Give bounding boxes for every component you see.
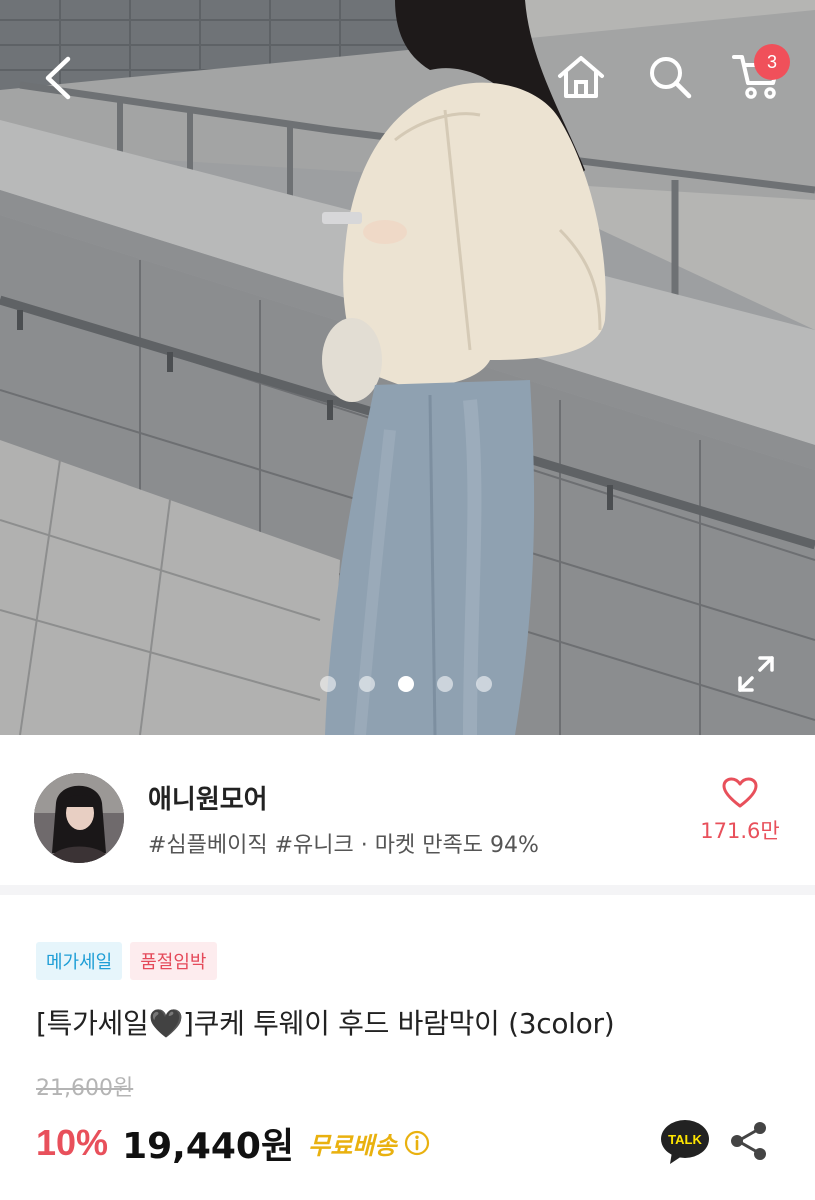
home-icon: [558, 56, 604, 98]
discount-rate: 10%: [36, 1122, 109, 1163]
info-icon[interactable]: [404, 1130, 430, 1156]
like-count: 171.6만: [700, 819, 780, 843]
cart-count-badge: 3: [754, 44, 790, 80]
seller-avatar-image: [34, 773, 124, 863]
carousel-dot[interactable]: [476, 676, 492, 692]
share-button[interactable]: [726, 1118, 772, 1164]
price-row: 10% 19,440원 무료배송: [36, 1118, 430, 1168]
carousel-dot-active[interactable]: [398, 676, 414, 692]
search-button[interactable]: [640, 48, 700, 106]
original-price: 21,600원: [36, 1076, 134, 1101]
expand-icon: [738, 656, 774, 692]
free-shipping-label: 무료배송: [308, 1131, 397, 1160]
seller-avatar[interactable]: [34, 773, 124, 863]
product-badges: 메가세일 품절임박: [36, 942, 217, 980]
seller-section: 애니원모어 #심플베이직 #유니크 · 마켓 만족도 94% 171.6만: [0, 735, 815, 895]
carousel-dot[interactable]: [320, 676, 336, 692]
seller-tags: #심플베이직 #유니크 · 마켓 만족도 94%: [148, 833, 539, 858]
product-title: [특가세일🖤]쿠케 투웨이 후드 바람막이 (3color): [36, 1007, 615, 1040]
product-photo: [0, 0, 815, 735]
search-icon: [650, 57, 692, 99]
product-image-carousel[interactable]: 3: [0, 0, 815, 735]
mega-sale-badge: 메가세일: [36, 942, 123, 980]
back-icon: [45, 56, 71, 100]
almost-sold-out-badge: 품절임박: [130, 942, 217, 980]
heart-icon: [722, 777, 758, 808]
back-button[interactable]: [30, 50, 90, 106]
kakao-talk-button[interactable]: TALK: [660, 1118, 710, 1166]
share-icon: [731, 1122, 766, 1160]
carousel-dot[interactable]: [359, 676, 375, 692]
home-button[interactable]: [550, 48, 612, 106]
carousel-indicator: [320, 676, 492, 692]
like-button[interactable]: 171.6만: [690, 777, 790, 857]
kakao-talk-icon: TALK: [661, 1120, 709, 1164]
fullscreen-button[interactable]: [726, 646, 786, 702]
seller-name[interactable]: 애니원모어: [148, 779, 268, 816]
sale-price: 19,440원: [122, 1126, 295, 1167]
carousel-dot[interactable]: [437, 676, 453, 692]
kakao-talk-label: TALK: [668, 1132, 702, 1147]
